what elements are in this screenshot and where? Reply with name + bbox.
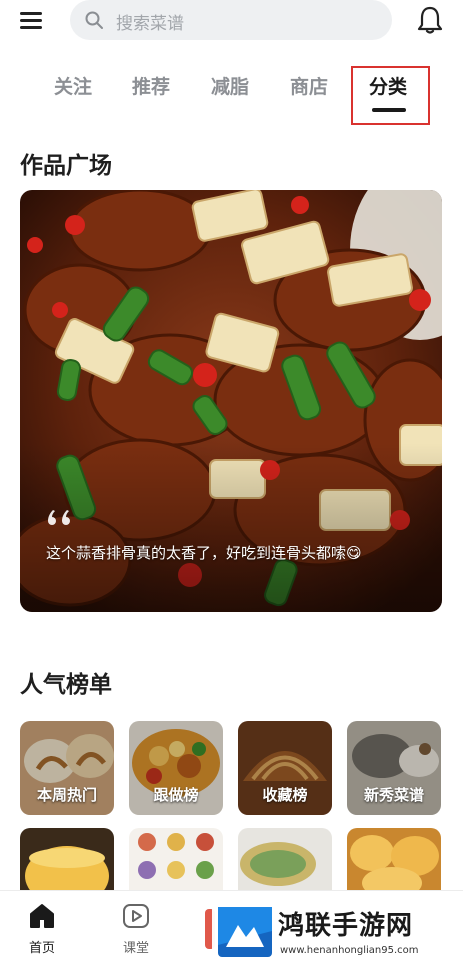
ranking-card-new-recipes[interactable]: 新秀菜谱 xyxy=(347,721,441,815)
featured-dish-card[interactable]: 这个蒜香排骨真的太香了，好吃到连骨头都嗦😋 xyxy=(20,190,442,612)
menu-icon[interactable] xyxy=(20,10,44,30)
nav-home-label: 首页 xyxy=(28,941,55,956)
category-tabs: 关注 推荐 减脂 商店 分类 xyxy=(0,66,463,125)
ranking-card-favorites[interactable]: 收藏榜 xyxy=(238,721,332,815)
ranking-card-follow[interactable]: 跟做榜 xyxy=(129,721,223,815)
recipe-thumb[interactable] xyxy=(238,828,332,898)
watermark: 鸿联手游网 www.henanhonglian95.com xyxy=(212,903,463,963)
featured-dish-caption: 这个蒜香排骨真的太香了，好吃到连骨头都嗦😋 xyxy=(46,544,362,562)
ranking-label: 本周热门 xyxy=(36,786,97,804)
tab-category[interactable]: 分类 xyxy=(369,72,407,99)
ranking-label: 收藏榜 xyxy=(262,786,308,804)
recipe-thumb[interactable] xyxy=(20,828,114,898)
play-icon xyxy=(123,904,149,928)
works-section-title: 作品广场 xyxy=(20,153,112,179)
active-tab-indicator xyxy=(372,108,406,112)
search-icon xyxy=(85,11,103,29)
ranking-label: 新秀菜谱 xyxy=(363,786,424,804)
bell-icon[interactable] xyxy=(416,5,444,35)
top-bar: 搜索菜谱 xyxy=(0,0,463,48)
tab-recommend[interactable]: 推荐 xyxy=(132,72,170,99)
recipe-thumb[interactable] xyxy=(129,828,223,898)
ranking-label: 跟做榜 xyxy=(153,786,199,804)
quote-icon xyxy=(48,510,70,525)
tab-follow[interactable]: 关注 xyxy=(54,72,92,99)
watermark-title: 鸿联手游网 xyxy=(278,911,414,941)
nav-home[interactable]: 首页 xyxy=(17,903,67,956)
search-input[interactable]: 搜索菜谱 xyxy=(70,0,392,40)
ranking-card-weekly-hot[interactable]: 本周热门 xyxy=(20,721,114,815)
recipe-thumb[interactable] xyxy=(347,828,441,898)
nav-classroom-label: 课堂 xyxy=(122,941,149,956)
ranking-section-title: 人气榜单 xyxy=(20,672,112,698)
home-icon xyxy=(30,904,54,928)
watermark-url: www.henanhonglian95.com xyxy=(280,945,419,956)
search-placeholder: 搜索菜谱 xyxy=(116,14,184,34)
watermark-logo xyxy=(218,907,272,957)
nav-classroom[interactable]: 课堂 xyxy=(111,903,161,956)
tab-store[interactable]: 商店 xyxy=(290,72,328,99)
tab-fat-loss[interactable]: 减脂 xyxy=(211,72,249,99)
